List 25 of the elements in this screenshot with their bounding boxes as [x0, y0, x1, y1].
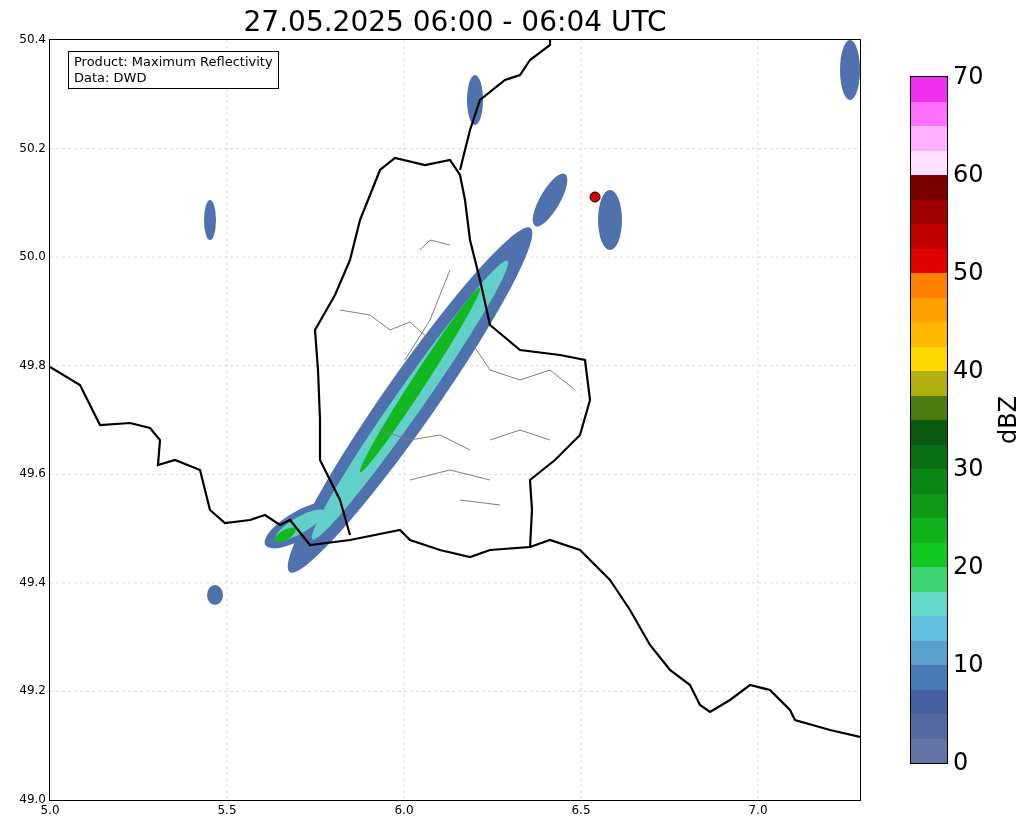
- info-text: Product: Maximum Reflectivity: [74, 54, 273, 70]
- colorbar-tick-label: 60: [953, 160, 984, 188]
- colorbar-tick-label: 10: [953, 650, 984, 678]
- colorbar-tick-label: 20: [953, 552, 984, 580]
- y-tick-label: 49.6: [19, 466, 46, 481]
- x-tick-label: 6.5: [570, 803, 592, 817]
- colorbar-tick-label: 0: [953, 748, 969, 776]
- x-tick-label: 6.0: [393, 803, 415, 817]
- x-tick-label: 7.0: [747, 803, 769, 817]
- x-tick-label: 5.5: [216, 803, 238, 817]
- y-tick-label: 50.0: [19, 249, 46, 264]
- y-tick-label: 50.2: [19, 140, 46, 155]
- info-text: Data: DWD: [74, 70, 148, 86]
- y-tick-label: 49.2: [19, 683, 46, 698]
- y-tick-label: 49.0: [19, 792, 46, 806]
- colorbar-tick-label: 40: [953, 356, 984, 384]
- colorbar-tick-label: 30: [953, 454, 984, 482]
- colorbar-tick-label: 50: [953, 258, 984, 286]
- y-tick-label: 49.4: [19, 574, 46, 589]
- chart-title: 27.05.2025 06:00 - 06:04 UTC: [242, 4, 668, 40]
- x-tick-label: 5.0: [39, 803, 61, 817]
- y-tick-label: 50.4: [19, 32, 46, 46]
- y-tick-label: 49.8: [19, 357, 46, 372]
- colorbar-tick-label: 70: [953, 62, 984, 90]
- colorbar-label: dBZ: [995, 394, 1021, 447]
